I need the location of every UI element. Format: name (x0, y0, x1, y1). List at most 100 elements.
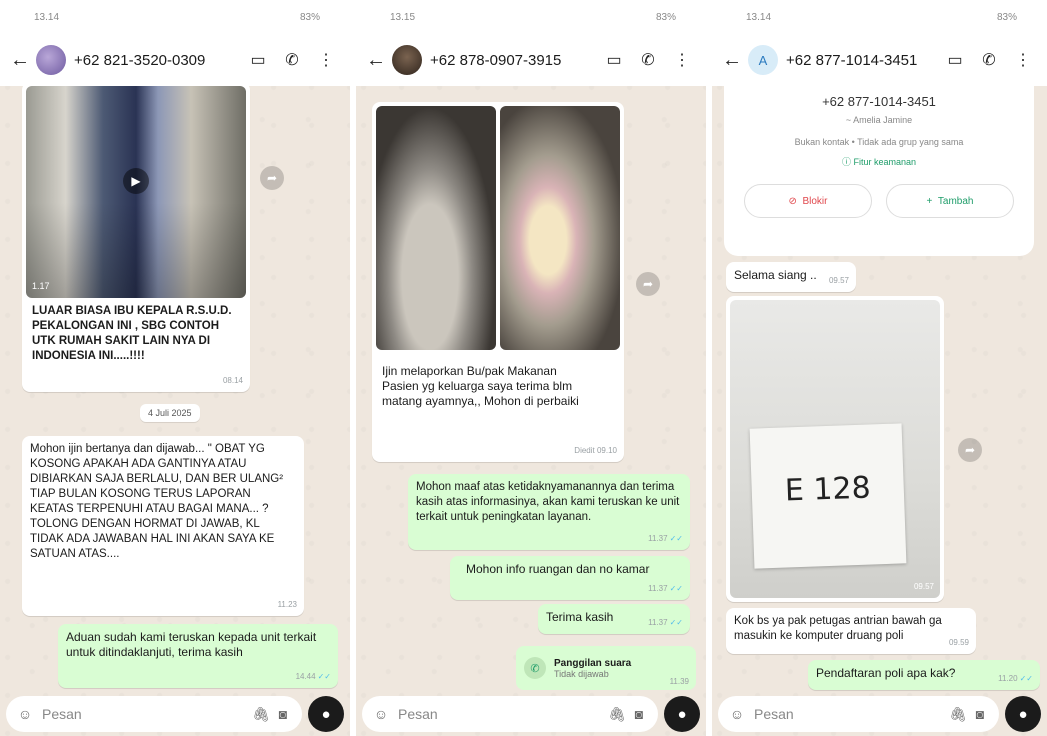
video-call-icon[interactable]: ▭ (941, 46, 969, 74)
mic-icon[interactable]: ● (664, 696, 700, 732)
message-text: Mohon maaf atas ketidaknyamanannya dan t… (416, 481, 680, 523)
message-input[interactable]: ☺ Pesan 🖇 ◙ (6, 696, 302, 732)
attach-icon[interactable]: 🖇 (947, 706, 969, 723)
security-link[interactable]: ⓘ Fitur keamanan (724, 155, 1034, 168)
read-ticks-icon: ✓✓ (669, 534, 683, 543)
camera-icon[interactable]: ◙ (628, 706, 650, 722)
mic-icon[interactable]: ● (308, 696, 344, 732)
camera-icon[interactable]: ◙ (969, 706, 991, 722)
battery-level: 83% (996, 11, 1017, 23)
message-input[interactable]: ☺ Pesan 🖇 ◙ (362, 696, 658, 732)
forwarded-video-message[interactable]: ▶ 1.17 LUAAR BIASA IBU KEPALA R.S.U.D. P… (22, 82, 250, 392)
read-ticks-icon: ✓✓ (669, 584, 683, 593)
outgoing-message[interactable]: Terima kasih 11.37 ✓✓ (538, 604, 690, 634)
video-call-icon[interactable]: ▭ (600, 46, 628, 74)
battery-level: 83% (299, 11, 320, 23)
emoji-icon[interactable]: ☺ (370, 706, 392, 722)
read-ticks-icon: ✓✓ (317, 672, 331, 681)
photo-thumbnail[interactable] (500, 106, 620, 350)
voice-call-icon[interactable]: ✆ (634, 46, 662, 74)
chat-header: ← +62 878-0907-3915 ▭ ✆ ⋮ (356, 34, 706, 86)
incoming-message[interactable]: Kok bs ya pak petugas antrian bawah ga m… (726, 608, 976, 654)
chat-panel-2: 13.15 83% ← +62 878-0907-3915 ▭ ✆ ⋮ Ijin… (356, 0, 706, 736)
message-placeholder[interactable]: Pesan (392, 706, 606, 722)
contact-name[interactable]: +62 877-1014-3451 (786, 52, 935, 69)
message-text: Terima kasih (546, 610, 614, 624)
status-time: 13.15 (390, 11, 416, 23)
message-time: Diedit 09.10 (574, 446, 617, 455)
date-chip: 4 Juli 2025 (140, 404, 200, 422)
card-actions: ⊘ Blokir + Tambah (724, 184, 1034, 218)
ticket-number: E 128 (784, 470, 872, 509)
card-info: Bukan kontak • Tidak ada grup yang sama (794, 137, 964, 147)
status-bar: 13.15 83% (356, 0, 706, 34)
card-name: ~ Amelia Jamine (845, 115, 913, 125)
emoji-icon[interactable]: ☺ (726, 706, 748, 722)
forward-icon[interactable]: ➦ (260, 166, 284, 190)
read-ticks-icon: ✓✓ (669, 618, 683, 627)
message-time: 14.44 ✓✓ (295, 672, 331, 681)
message-text: Kok bs ya pak petugas antrian bawah ga m… (734, 615, 942, 642)
message-input[interactable]: ☺ Pesan 🖇 ◙ (718, 696, 999, 732)
back-arrow-icon[interactable]: ← (722, 49, 744, 72)
camera-icon[interactable]: ◙ (272, 706, 294, 722)
status-time: 13.14 (34, 11, 60, 23)
contact-info-card: +62 877-1014-3451 ~ Amelia Jamine Bukan … (724, 86, 1034, 256)
avatar[interactable]: A (748, 45, 778, 75)
message-time: 11.20 ✓✓ (998, 674, 1033, 683)
status-bar: 13.14 83% (0, 0, 350, 34)
message-time: 09.57 (828, 276, 849, 285)
incoming-image-message[interactable]: E 128 09.57 (726, 296, 944, 602)
photo-thumbnail[interactable]: E 128 09.57 (730, 300, 940, 598)
message-text: Aduan sudah kami teruskan kepada unit te… (66, 630, 317, 659)
message-input-bar: ☺ Pesan 🖇 ◙ ● (712, 692, 1047, 736)
back-arrow-icon[interactable]: ← (366, 49, 388, 72)
message-placeholder[interactable]: Pesan (748, 706, 947, 722)
mic-icon[interactable]: ● (1005, 696, 1041, 732)
back-arrow-icon[interactable]: ← (10, 49, 32, 72)
menu-icon[interactable]: ⋮ (312, 46, 340, 74)
outgoing-message[interactable]: Pendaftaran poli apa kak? 11.20 ✓✓ (808, 660, 1040, 690)
photo-thumbnail[interactable] (376, 106, 496, 350)
message-time: 11.39 (669, 677, 689, 686)
card-phone: +62 877-1014-3451 (822, 94, 936, 109)
video-call-icon[interactable]: ▭ (244, 46, 272, 74)
add-contact-button[interactable]: + Tambah (886, 184, 1014, 218)
attach-icon[interactable]: 🖇 (250, 706, 272, 723)
message-time: 09.59 (948, 638, 969, 647)
outgoing-message[interactable]: Mohon maaf atas ketidaknyamanannya dan t… (408, 474, 690, 550)
attach-icon[interactable]: 🖇 (606, 706, 628, 723)
incoming-message[interactable]: Mohon ijin bertanya dan dijawab... " OBA… (22, 436, 304, 616)
voice-call-icon[interactable]: ✆ (278, 46, 306, 74)
menu-icon[interactable]: ⋮ (668, 46, 696, 74)
contact-name[interactable]: +62 878-0907-3915 (430, 52, 594, 69)
message-time: 11.37 ✓✓ (648, 618, 683, 627)
incoming-media-message[interactable]: Ijin melaporkan Bu/pak Makanan Pasien yg… (372, 102, 624, 462)
voice-call-icon[interactable]: ✆ (975, 46, 1003, 74)
menu-icon[interactable]: ⋮ (1009, 46, 1037, 74)
message-input-bar: ☺ Pesan 🖇 ◙ ● (356, 692, 706, 736)
status-time: 13.14 (746, 11, 772, 23)
forward-icon[interactable]: ➦ (958, 438, 982, 462)
avatar[interactable] (36, 45, 66, 75)
missed-call-message[interactable]: ✆ Panggilan suara Tidak dijawab 11.39 (516, 646, 696, 690)
outgoing-message[interactable]: Aduan sudah kami teruskan kepada unit te… (58, 624, 338, 688)
message-text: Mohon info ruangan dan no kamar (466, 562, 650, 576)
incoming-message[interactable]: Selama siang .. 09.57 (726, 262, 856, 292)
play-icon[interactable]: ▶ (123, 168, 149, 195)
battery-level: 83% (655, 11, 676, 23)
emoji-icon[interactable]: ☺ (14, 706, 36, 722)
forward-icon[interactable]: ➦ (636, 272, 660, 296)
video-thumbnail[interactable]: ▶ 1.17 (26, 86, 246, 298)
block-button[interactable]: ⊘ Blokir (744, 184, 872, 218)
message-text: LUAAR BIASA IBU KEPALA R.S.U.D. PEKALONG… (32, 305, 232, 362)
video-duration: 1.17 (32, 281, 50, 291)
call-status: Tidak dijawab (554, 668, 609, 679)
message-time: 11.37 ✓✓ (648, 584, 683, 593)
message-placeholder[interactable]: Pesan (36, 706, 250, 722)
status-bar: 13.14 83% (712, 0, 1047, 34)
avatar[interactable] (392, 45, 422, 75)
phone-icon: ✆ (524, 657, 546, 679)
outgoing-message[interactable]: Mohon info ruangan dan no kamar 11.37 ✓✓ (450, 556, 690, 600)
contact-name[interactable]: +62 821-3520-0309 (74, 52, 238, 69)
